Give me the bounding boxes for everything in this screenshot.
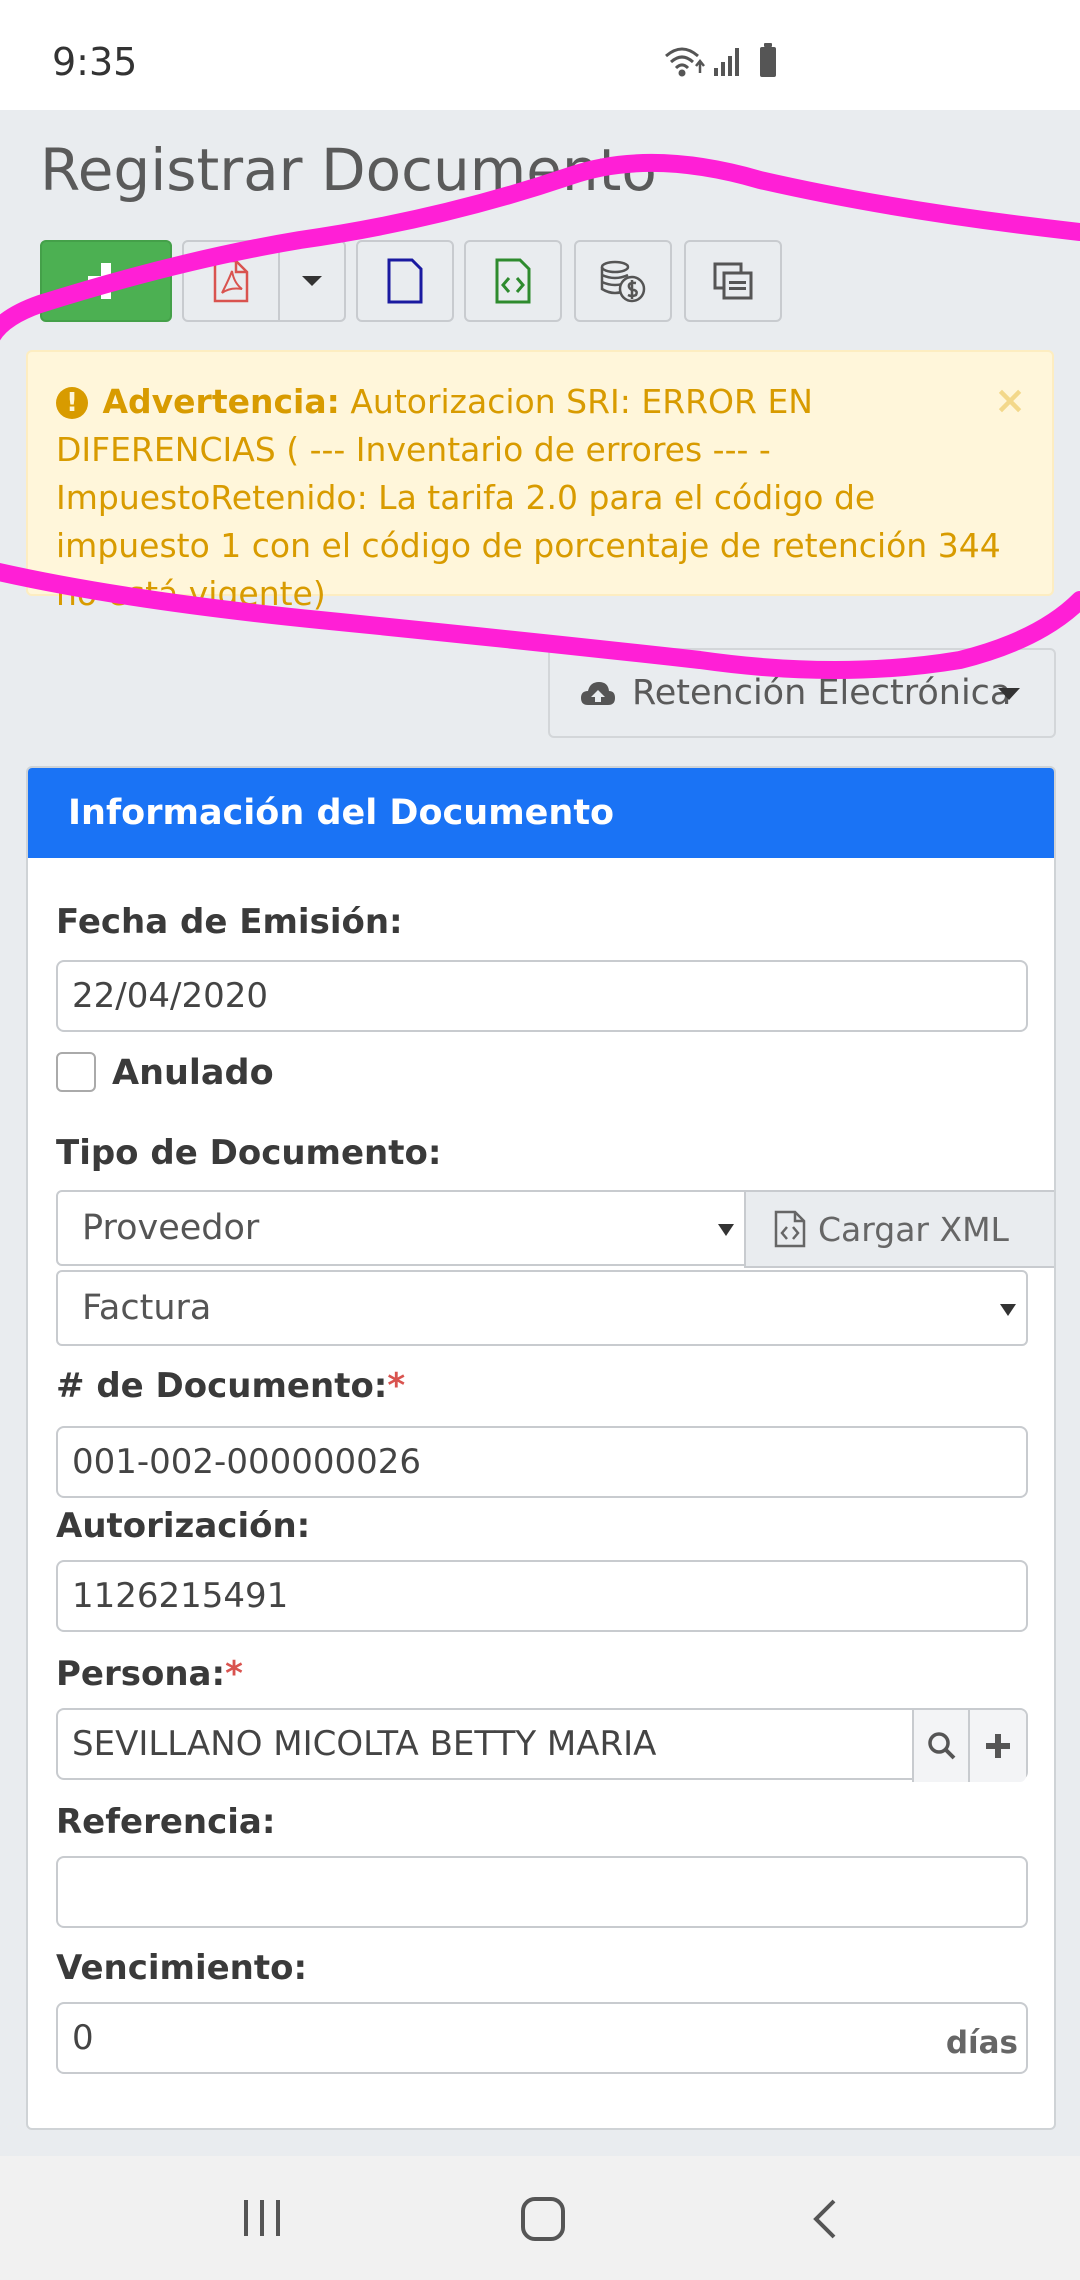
persona-input[interactable]: SEVILLANO MICOLTA BETTY MARIA: [72, 1724, 656, 1764]
pdf-button[interactable]: [182, 240, 280, 322]
document-button[interactable]: [356, 240, 454, 322]
cargar-xml-label: Cargar XML: [818, 1209, 1009, 1249]
referencia-input[interactable]: [56, 1856, 1028, 1928]
fecha-emision-input[interactable]: 22/04/2020: [56, 960, 1028, 1032]
signal-icon: [714, 48, 739, 76]
vencimiento-input[interactable]: 0: [72, 2018, 94, 2058]
document-info-panel: Información del Documento Fecha de Emisi…: [26, 766, 1056, 2130]
numero-documento-input[interactable]: 001-002-000000026: [56, 1426, 1028, 1498]
back-icon[interactable]: [810, 2198, 840, 2240]
payments-button[interactable]: [574, 240, 672, 322]
autorizacion-input[interactable]: 1126215491: [56, 1560, 1028, 1632]
tipo-documento-value: Proveedor: [82, 1208, 260, 1248]
xml-code-icon: [495, 258, 531, 304]
document-type-select[interactable]: Factura: [56, 1270, 1028, 1346]
retencion-electronica-label: Retención Electrónica: [632, 673, 1012, 713]
status-time: 9:35: [52, 40, 138, 84]
search-persona-button[interactable]: [912, 1710, 970, 1782]
tipo-documento-select[interactable]: Proveedor: [56, 1190, 746, 1266]
select-arrow-icon: [718, 1224, 734, 1236]
anulado-checkbox[interactable]: [56, 1052, 96, 1092]
home-icon[interactable]: [520, 2196, 566, 2242]
cloud-upload-icon: [581, 682, 615, 705]
dias-unit-label: días: [945, 2025, 1018, 2061]
document-icon: [387, 258, 423, 304]
caret-down-icon: [998, 688, 1020, 700]
plus-icon: [986, 1734, 1010, 1758]
pdf-icon: [213, 259, 249, 303]
autorizacion-label: Autorización:: [56, 1506, 311, 1546]
add-persona-button[interactable]: [968, 1710, 1026, 1782]
plus-icon: [88, 263, 124, 299]
xml-file-icon: [774, 1210, 806, 1248]
exclamation-circle-icon: !: [56, 387, 88, 419]
status-bar: 9:35: [0, 0, 1080, 110]
caret-down-icon: [302, 276, 322, 286]
vencimiento-label: Vencimiento:: [56, 1948, 308, 1988]
coins-icon: [600, 260, 646, 303]
copy-icon: [713, 262, 753, 300]
pdf-options-button[interactable]: [278, 240, 346, 322]
wifi-icon: [665, 47, 705, 77]
required-marker: *: [387, 1366, 406, 1406]
cargar-xml-button[interactable]: Cargar XML: [744, 1190, 1054, 1268]
navigation-bar: [0, 2156, 1080, 2280]
copy-button[interactable]: [684, 240, 782, 322]
page-title: Registrar Documento: [40, 136, 657, 204]
warning-alert: × ! Advertencia: Autorizacion SRI: ERROR…: [26, 350, 1054, 613]
recent-apps-icon[interactable]: [240, 2198, 284, 2238]
add-button[interactable]: [40, 240, 172, 322]
persona-label: Persona:*: [56, 1654, 243, 1694]
anulado-label: Anulado: [112, 1053, 274, 1093]
xml-button[interactable]: [464, 240, 562, 322]
status-icons: [665, 43, 776, 77]
persona-input-group: SEVILLANO MICOLTA BETTY MARIA: [56, 1708, 1028, 1782]
retencion-electronica-button[interactable]: Retención Electrónica: [548, 648, 1056, 738]
required-marker: *: [225, 1654, 243, 1694]
document-type-value: Factura: [82, 1288, 212, 1328]
tipo-documento-label: Tipo de Documento:: [56, 1133, 442, 1173]
toolbar: [0, 240, 1080, 322]
battery-icon: [760, 43, 776, 77]
alert-label: Advertencia:: [102, 382, 340, 421]
search-icon: [928, 1732, 956, 1760]
vencimiento-input-group: 0 días: [56, 2002, 1028, 2074]
fecha-emision-label: Fecha de Emisión:: [56, 902, 403, 942]
referencia-label: Referencia:: [56, 1802, 276, 1842]
close-alert-button[interactable]: ×: [994, 376, 1026, 424]
select-arrow-icon: [1000, 1304, 1016, 1316]
panel-header: Información del Documento: [28, 768, 1054, 858]
numero-documento-label: # de Documento:*: [56, 1366, 406, 1406]
